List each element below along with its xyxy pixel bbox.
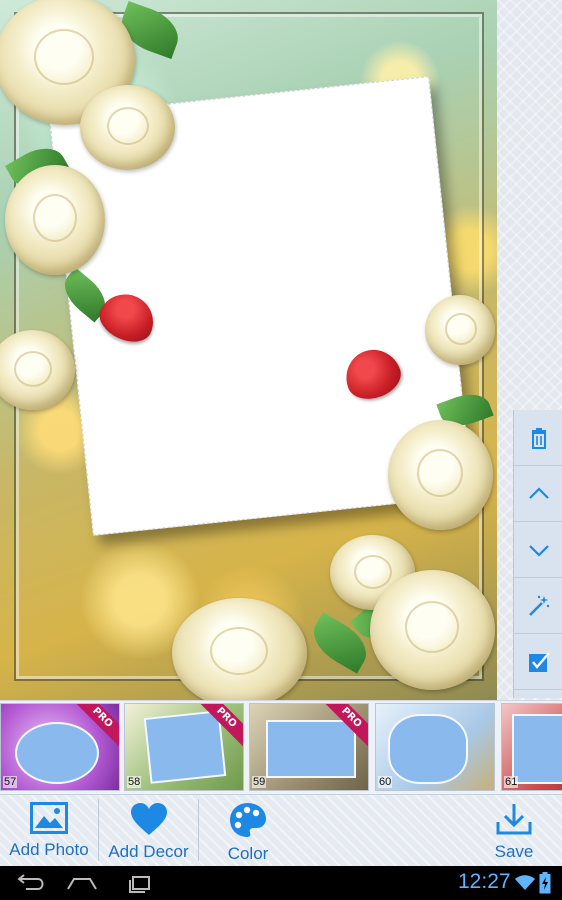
move-down-button[interactable]	[514, 522, 562, 578]
thumbnail-photo-area	[143, 710, 227, 784]
rose-decoration	[5, 165, 105, 275]
add-photo-button[interactable]: Add Photo	[0, 795, 98, 867]
action-bar: Add Photo Add Decor Color Save	[0, 794, 562, 867]
frame-number: 60	[378, 776, 393, 788]
rose-decoration	[370, 570, 495, 690]
frame-thumbnail[interactable]: PRO 59	[249, 703, 369, 791]
thumbnail-photo-area	[266, 720, 356, 778]
move-up-button[interactable]	[514, 466, 562, 522]
editor-area	[0, 0, 562, 700]
add-decor-label: Add Decor	[108, 842, 189, 861]
frame-thumbnail[interactable]: PRO 57	[0, 703, 120, 791]
chevron-up-icon	[528, 486, 549, 499]
chevron-down-icon	[528, 544, 549, 557]
palette-icon	[230, 803, 266, 837]
effects-button[interactable]	[514, 578, 562, 634]
save-label: Save	[494, 842, 534, 861]
frame-canvas[interactable]	[0, 0, 497, 700]
battery-icon	[539, 872, 551, 894]
rose-decoration	[425, 295, 495, 365]
download-icon	[496, 804, 532, 835]
save-button[interactable]: Save	[466, 795, 562, 867]
image-icon	[30, 802, 68, 834]
frame-number: 57	[3, 776, 18, 788]
wifi-icon	[515, 875, 535, 890]
frame-number: 58	[127, 776, 142, 788]
frame-thumbnail[interactable]: 61	[501, 703, 562, 791]
back-icon[interactable]	[10, 871, 50, 895]
recent-apps-icon[interactable]	[120, 871, 160, 895]
magic-wand-icon	[528, 595, 549, 616]
add-photo-label: Add Photo	[9, 840, 89, 859]
home-icon[interactable]	[62, 871, 102, 895]
trash-icon	[531, 427, 546, 449]
delete-button[interactable]	[514, 410, 562, 466]
frame-thumbnail-strip[interactable]: PRO 57 PRO 58 PRO 59 60 61	[0, 700, 562, 795]
heart-icon	[130, 803, 167, 835]
frame-thumbnail[interactable]: PRO 58	[124, 703, 244, 791]
frame-thumbnail[interactable]: 60	[375, 703, 495, 791]
thumbnail-photo-area	[388, 714, 468, 784]
system-navigation-bar: 12:27	[0, 866, 562, 900]
rose-decoration	[172, 598, 307, 700]
thumbnail-photo-area	[512, 714, 562, 784]
confirm-button[interactable]	[514, 634, 562, 690]
rose-decoration	[80, 85, 175, 170]
color-button[interactable]: Color	[199, 795, 297, 867]
add-decor-button[interactable]: Add Decor	[99, 795, 198, 867]
frame-number: 59	[252, 776, 267, 788]
frame-number: 61	[504, 776, 519, 788]
side-toolbar	[513, 410, 562, 698]
thumbnail-photo-area	[15, 722, 99, 784]
clock: 12:27	[458, 870, 511, 893]
color-label: Color	[227, 844, 269, 863]
rose-decoration	[388, 420, 493, 530]
checkbox-icon	[528, 651, 550, 672]
